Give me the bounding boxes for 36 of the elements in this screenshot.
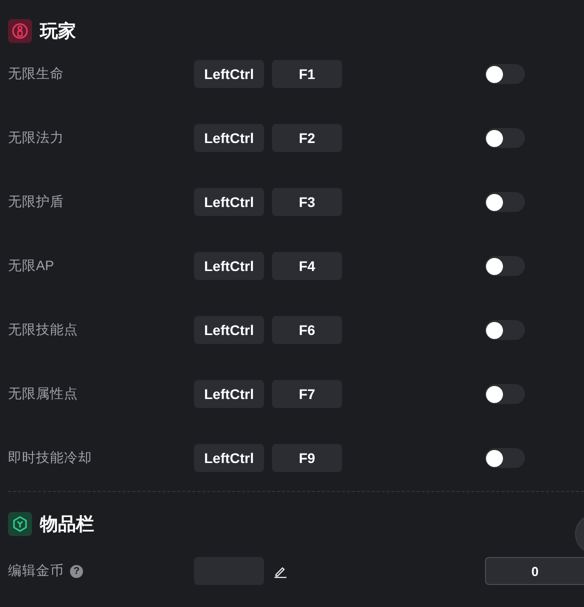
key-chip[interactable]: F2: [272, 124, 342, 152]
key-chip[interactable]: LeftCtrl: [194, 188, 264, 216]
key-chip[interactable]: LeftCtrl: [194, 380, 264, 408]
key-chip[interactable]: F3: [272, 188, 342, 216]
key-chip[interactable]: LeftCtrl: [194, 444, 264, 472]
toggle-switch[interactable]: [485, 320, 525, 340]
section-title: 玩家: [40, 20, 76, 43]
row-label: 编辑金币: [8, 562, 64, 580]
row-label: 无限技能点: [8, 321, 78, 339]
toggle-switch[interactable]: [485, 64, 525, 84]
key-chip[interactable]: LeftCtrl: [194, 252, 264, 280]
row-label: 无限AP: [8, 257, 54, 275]
key-chip[interactable]: LeftCtrl: [194, 60, 264, 88]
row-label: 无限护盾: [8, 193, 64, 211]
key-chip[interactable]: LeftCtrl: [194, 124, 264, 152]
section-title: 物品栏: [40, 513, 94, 536]
number-field[interactable]: 0: [485, 557, 584, 585]
key-chip[interactable]: F7: [272, 380, 342, 408]
key-chip[interactable]: LeftCtrl: [194, 316, 264, 344]
help-icon[interactable]: ?: [70, 564, 83, 578]
row-label: 无限属性点: [8, 385, 78, 403]
toggle-switch[interactable]: [485, 128, 525, 148]
toggle-switch[interactable]: [485, 384, 525, 404]
toggle-switch[interactable]: [485, 192, 525, 212]
key-chip[interactable]: F1: [272, 60, 342, 88]
row-label: 无限法力: [8, 129, 64, 147]
key-chip[interactable]: F4: [272, 252, 342, 280]
toggle-switch[interactable]: [485, 448, 525, 468]
key-chip[interactable]: F9: [272, 444, 342, 472]
toggle-switch[interactable]: [485, 256, 525, 276]
key-chip[interactable]: F6: [272, 316, 342, 344]
person-icon: [8, 19, 32, 43]
row-label: 无限生命: [8, 65, 64, 83]
pencil-icon[interactable]: [274, 564, 287, 578]
row-label: 即时技能冷却: [8, 449, 92, 467]
cube-icon: [8, 512, 32, 536]
